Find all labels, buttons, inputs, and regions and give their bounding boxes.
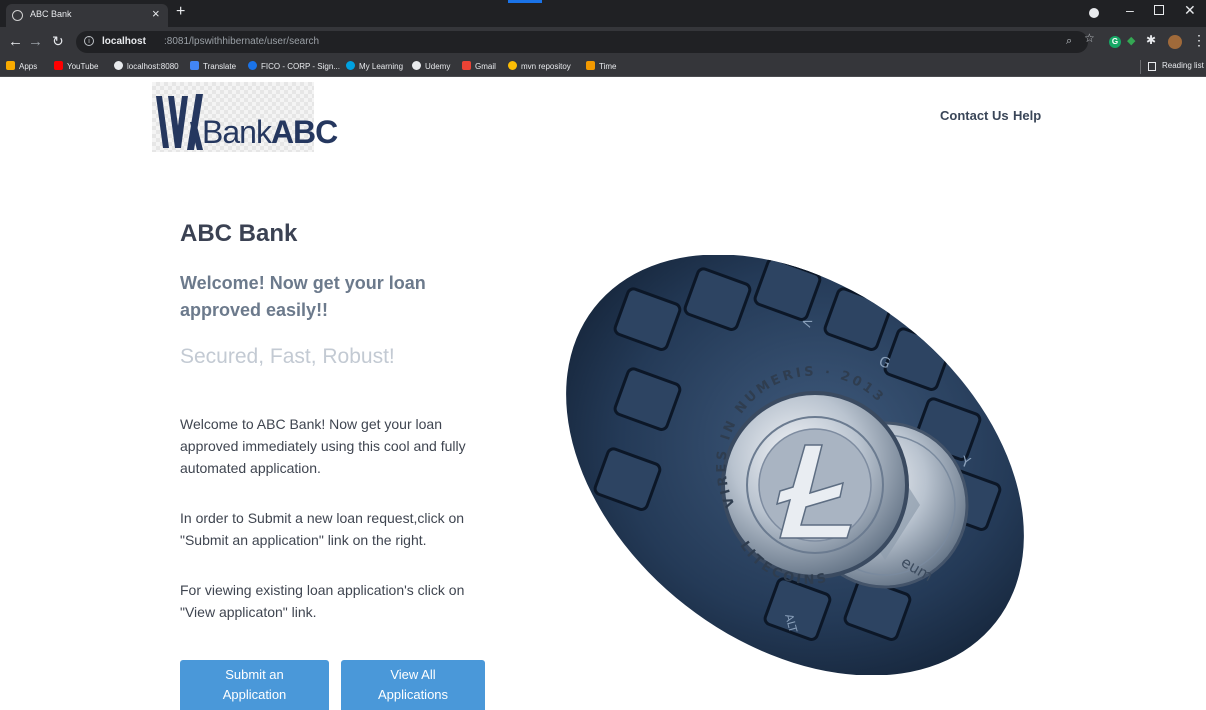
help-link[interactable]: Help bbox=[1013, 108, 1041, 123]
welcome-heading: Welcome! Now get your loan approved easi… bbox=[180, 273, 426, 320]
bookmark-label: Translate bbox=[203, 62, 237, 71]
menu-dots-icon[interactable]: ⋮ bbox=[1192, 32, 1206, 49]
tab-title: ABC Bank bbox=[30, 9, 72, 19]
zoom-icon[interactable]: ⌕ bbox=[1066, 35, 1072, 48]
browser-toolbar: ← → ↻ i localhost :8081/lpswithhibernate… bbox=[0, 27, 1206, 58]
browser-tab-bar: ABC Bank × + – ✕ bbox=[0, 0, 1206, 27]
bookmark-time[interactable]: Time bbox=[586, 61, 616, 71]
view-all-applications-button[interactable]: View All Applications bbox=[341, 660, 485, 710]
logo-text: BankABC bbox=[202, 114, 338, 151]
button-label-line2: Applications bbox=[377, 687, 449, 702]
close-window-icon[interactable]: ✕ bbox=[1184, 2, 1196, 19]
bookmark-label: Time bbox=[599, 62, 617, 71]
logo-text-light: Bank bbox=[202, 114, 272, 150]
apps-grid-icon bbox=[6, 61, 15, 70]
forward-icon[interactable]: → bbox=[28, 33, 43, 50]
fico-icon bbox=[248, 61, 257, 70]
cloud-icon bbox=[346, 61, 355, 70]
bookmark-label: Udemy bbox=[425, 62, 451, 71]
bookmark-translate[interactable]: Translate bbox=[190, 61, 236, 71]
bookmarks-divider bbox=[1140, 60, 1141, 74]
tab-strip-accent bbox=[508, 0, 542, 3]
youtube-icon bbox=[54, 61, 63, 70]
bookmark-label: Apps bbox=[19, 62, 38, 71]
view-instructions: For viewing existing loan application's … bbox=[180, 582, 465, 620]
bookmark-apps[interactable]: Apps bbox=[6, 61, 37, 71]
restore-icon[interactable] bbox=[1154, 5, 1164, 15]
time-icon bbox=[586, 61, 595, 70]
reload-icon[interactable]: ↻ bbox=[52, 33, 64, 50]
bookmark-label: FICO - CORP - Sign... bbox=[261, 62, 340, 71]
extensions-puzzle-icon[interactable]: ✱ bbox=[1146, 33, 1156, 47]
udemy-icon bbox=[412, 61, 421, 70]
bookmark-star-icon[interactable]: ☆ bbox=[1084, 31, 1095, 45]
shield-extension-icon[interactable]: ◆ bbox=[1127, 34, 1135, 47]
bookmark-fico[interactable]: FICO - CORP - Sign... bbox=[248, 61, 340, 71]
minimize-icon[interactable]: – bbox=[1126, 2, 1134, 18]
intro-paragraph: Welcome to ABC Bank! Now get your loan a… bbox=[180, 416, 466, 476]
bookmark-udemy[interactable]: Udemy bbox=[412, 61, 450, 71]
close-tab-icon[interactable]: × bbox=[152, 6, 160, 21]
reading-list-icon[interactable] bbox=[1148, 62, 1156, 71]
gmail-icon bbox=[462, 61, 471, 70]
bookmark-label: mvn repositoy bbox=[521, 62, 571, 71]
url-path: :8081/lpswithhibernate/user/search bbox=[164, 36, 320, 47]
tagline: Secured, Fast, Robust! bbox=[180, 345, 395, 368]
bookmark-label: YouTube bbox=[67, 62, 99, 71]
browser-tab[interactable]: ABC Bank × bbox=[6, 4, 168, 27]
address-bar[interactable]: i localhost :8081/lpswithhibernate/user/… bbox=[76, 31, 1088, 53]
logo-text-bold: ABC bbox=[270, 114, 338, 150]
bookmarks-bar: Apps YouTube localhost:8080 Translate FI… bbox=[0, 58, 1206, 77]
submit-instructions: In order to Submit a new loan request,cl… bbox=[180, 510, 465, 548]
bookmark-my-learning[interactable]: My Learning bbox=[346, 61, 403, 71]
bookmark-mvn[interactable]: mvn repositoy bbox=[508, 61, 571, 71]
globe-icon bbox=[12, 10, 23, 21]
new-tab-icon[interactable]: + bbox=[176, 3, 185, 21]
avatar[interactable] bbox=[1168, 35, 1182, 49]
info-icon[interactable]: i bbox=[84, 36, 94, 46]
reading-list-label[interactable]: Reading list bbox=[1162, 61, 1204, 70]
button-label-line2: Application bbox=[222, 687, 287, 702]
bookmark-label: My Learning bbox=[359, 62, 404, 71]
bookmark-youtube[interactable]: YouTube bbox=[54, 61, 98, 71]
page-title: ABC Bank bbox=[180, 220, 298, 247]
profile-icon[interactable] bbox=[1089, 8, 1099, 18]
button-label-line1: View All bbox=[390, 667, 436, 682]
button-label-line1: Submit an bbox=[225, 667, 284, 682]
google-icon bbox=[508, 61, 517, 70]
bookmark-label: localhost:8080 bbox=[127, 62, 179, 71]
contact-us-link[interactable]: Contact Us bbox=[940, 108, 1009, 123]
submit-application-button[interactable]: Submit an Application bbox=[180, 660, 329, 710]
globe-icon bbox=[114, 61, 123, 70]
bank-logo[interactable]: BankABC bbox=[152, 82, 338, 152]
back-icon[interactable]: ← bbox=[8, 33, 23, 50]
bookmark-label: Gmail bbox=[475, 62, 496, 71]
translate-icon bbox=[190, 61, 199, 70]
grammarly-extension-icon[interactable]: G bbox=[1109, 36, 1121, 48]
url-host: localhost bbox=[102, 36, 146, 47]
bookmark-localhost[interactable]: localhost:8080 bbox=[114, 61, 179, 71]
hero-image: < G Y ALT eum VIRES IN NUMERIS · 2013 LI… bbox=[560, 255, 1030, 675]
bookmark-gmail[interactable]: Gmail bbox=[462, 61, 496, 71]
